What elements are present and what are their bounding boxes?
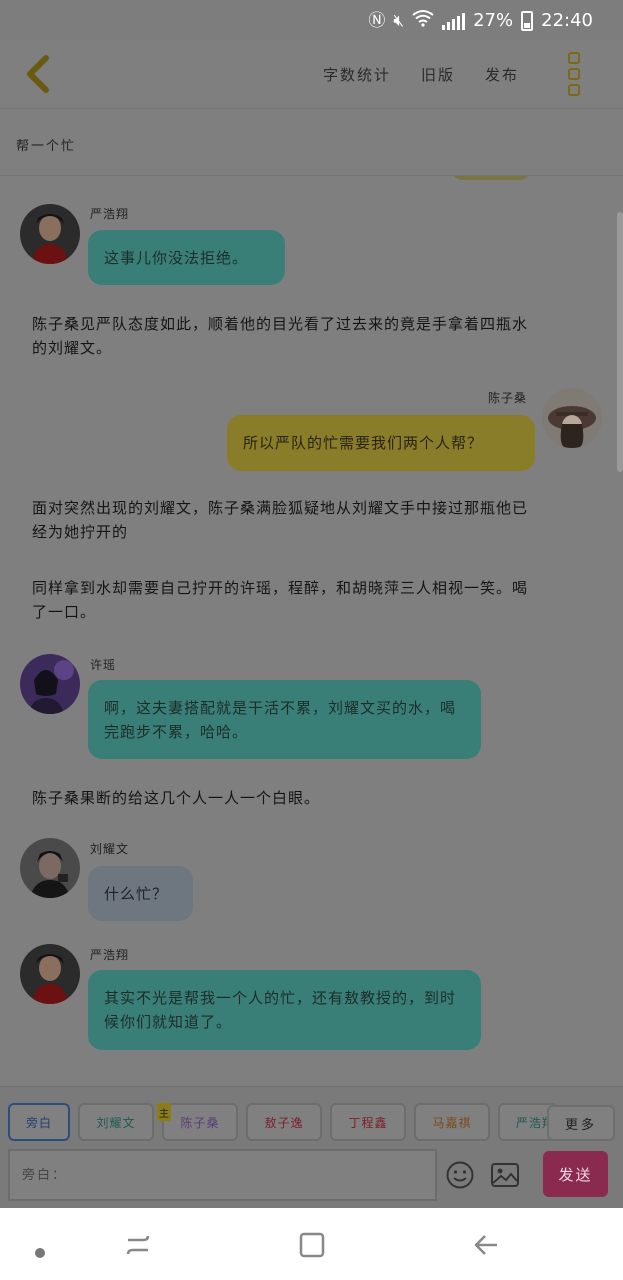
home-icon[interactable] [297, 1230, 327, 1260]
message-bubble[interactable]: 什么忙？ [88, 866, 193, 921]
recent-apps-icon[interactable] [123, 1230, 153, 1260]
scrollbar[interactable] [617, 212, 623, 472]
emoji-icon[interactable] [446, 1161, 474, 1189]
old-version-button[interactable]: 旧版 [421, 64, 455, 85]
nfc-icon: Ⓝ [368, 10, 386, 31]
clock: 22:40 [541, 10, 593, 31]
speaker-name: 许瑶 [90, 658, 117, 672]
publish-button[interactable]: 发布 [485, 64, 519, 85]
character-chip[interactable]: 刘耀文 [78, 1103, 154, 1141]
chapter-title: 帮一个忙 [16, 139, 77, 154]
character-chip[interactable]: 马嘉祺 [414, 1103, 490, 1141]
narration-text[interactable]: 陈子桑见严队态度如此，顺着他的目光看了过去来的竟是手拿着四瓶水的刘耀文。 [32, 312, 532, 360]
narration-text[interactable]: 同样拿到水却需要自己拧开的许瑶，程醉，和胡晓萍三人相视一笑。喝了一口。 [32, 576, 532, 624]
message-bubble[interactable]: 所以严队的忙需要我们两个人帮？ [227, 415, 535, 471]
narration-text[interactable]: 面对突然出现的刘耀文，陈子桑满脸狐疑地从刘耀文手中接过那瓶他已经为她拧开的 [32, 496, 532, 544]
battery-percent: 27% [473, 10, 514, 31]
chat-area[interactable]: 严浩翔 这事儿你没法拒绝。 陈子桑见严队态度如此，顺着他的目光看了过去来的竟是手… [0, 176, 623, 1086]
speaker-name: 严浩翔 [90, 948, 130, 962]
avatar-liuyaowen[interactable] [20, 838, 80, 898]
status-icons: Ⓝ 🔇︎ 27% 22:40 [368, 9, 593, 32]
speaker-name: 刘耀文 [90, 842, 130, 856]
message-bubble[interactable]: 这事儿你没法拒绝。 [88, 230, 285, 285]
avatar-yanhaoxiang[interactable] [20, 204, 80, 264]
message-input-box[interactable] [8, 1149, 437, 1201]
top-bar: 字数统计 旧版 发布 [0, 40, 623, 108]
avatar-xuyao[interactable] [20, 654, 80, 714]
compose-toolbar: 旁白 刘耀文 陈子桑 主 敖子逸 丁程鑫 马嘉祺 严浩翔 更多 发送 [0, 1086, 623, 1208]
more-icon[interactable] [563, 52, 585, 96]
avatar-chenzisang[interactable] [542, 388, 602, 448]
status-bar: Ⓝ 🔇︎ 27% 22:40 [0, 0, 623, 40]
more-button[interactable]: 更多 [547, 1105, 615, 1141]
character-chip[interactable]: 丁程鑫 [330, 1103, 406, 1141]
chapter-title-bar[interactable]: 帮一个忙 [0, 108, 623, 176]
back-icon[interactable] [471, 1230, 501, 1260]
send-button[interactable]: 发送 [543, 1151, 608, 1197]
image-icon[interactable] [490, 1161, 520, 1189]
message-bubble[interactable]: 啊，这夫妻搭配就是干活不累，刘耀文买的水，喝完跑步不累，哈哈。 [88, 680, 481, 759]
battery-icon [521, 10, 534, 31]
character-chip[interactable]: 陈子桑 [162, 1103, 238, 1141]
partial-bubble [452, 176, 530, 180]
signal-icon [442, 12, 466, 30]
speaker-name: 陈子桑 [488, 391, 528, 405]
back-arrow-icon[interactable] [20, 52, 60, 96]
avatar-yanhaoxiang[interactable] [20, 944, 80, 1004]
narration-text[interactable]: 陈子桑果断的给这几个人一人一个白眼。 [32, 786, 532, 810]
speaker-name: 严浩翔 [90, 207, 130, 221]
top-actions: 字数统计 旧版 发布 [323, 64, 519, 85]
wifi-icon [412, 9, 434, 32]
word-count-button[interactable]: 字数统计 [323, 64, 391, 85]
message-input[interactable] [10, 1151, 435, 1199]
system-nav-bar [0, 1208, 623, 1280]
message-bubble[interactable]: 其实不光是帮我一个人的忙，还有敖教授的，到时候你们就知道了。 [88, 970, 481, 1050]
main-badge: 主 [157, 1103, 171, 1121]
nav-dot-icon[interactable] [35, 1248, 45, 1258]
character-chip[interactable]: 敖子逸 [246, 1103, 322, 1141]
mute-icon: 🔇︎ [393, 10, 405, 31]
character-chip-narrator[interactable]: 旁白 [8, 1103, 70, 1141]
